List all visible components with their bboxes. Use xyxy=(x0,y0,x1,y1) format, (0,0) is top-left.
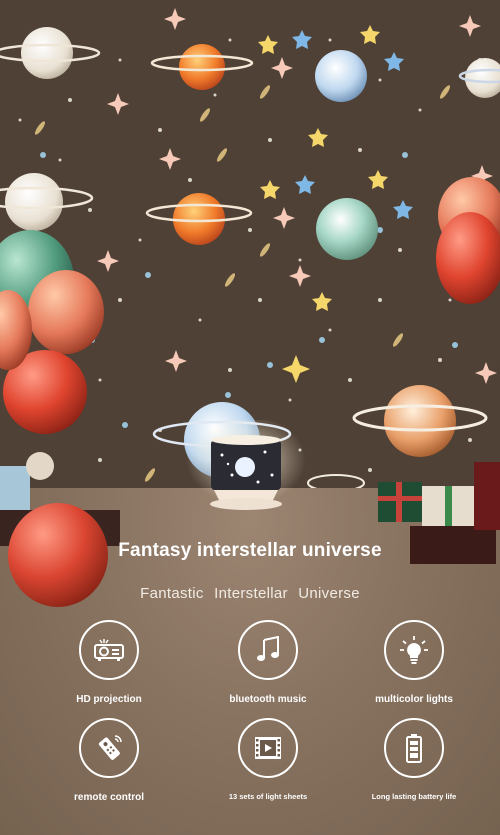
headline: Fantasy interstellar universe xyxy=(118,540,382,561)
feature-multicolor-lights: multicolor lights xyxy=(344,620,484,705)
feature-bluetooth-music: bluetooth music xyxy=(198,620,338,705)
projector-icon xyxy=(79,620,139,680)
feature-label: Long lasting battery life xyxy=(371,792,457,801)
balloons-right xyxy=(436,177,500,304)
feature-label: 13 sets of light sheets xyxy=(228,792,308,801)
feature-label: remote control xyxy=(73,792,144,803)
music-note-icon xyxy=(238,620,298,680)
feature-label: multicolor lights xyxy=(375,694,453,705)
feature-hd-projection: HD projection xyxy=(39,620,179,705)
feature-label: HD projection xyxy=(76,694,142,705)
subheadline: Fantastic Interstellar Universe xyxy=(140,585,360,602)
remote-control-icon xyxy=(79,718,139,778)
film-play-icon xyxy=(238,718,298,778)
product-banner: Fantasy interstellar universe Fantastic … xyxy=(0,0,500,835)
battery-icon xyxy=(384,718,444,778)
feature-remote-control: remote control xyxy=(39,718,179,803)
light-bulb-icon xyxy=(384,620,444,680)
feature-label: bluetooth music xyxy=(229,694,307,705)
star-projector-lamp xyxy=(186,420,306,510)
feature-light-sheets: 13 sets of light sheets xyxy=(198,718,338,801)
feature-battery-life: Long lasting battery life xyxy=(344,718,484,801)
